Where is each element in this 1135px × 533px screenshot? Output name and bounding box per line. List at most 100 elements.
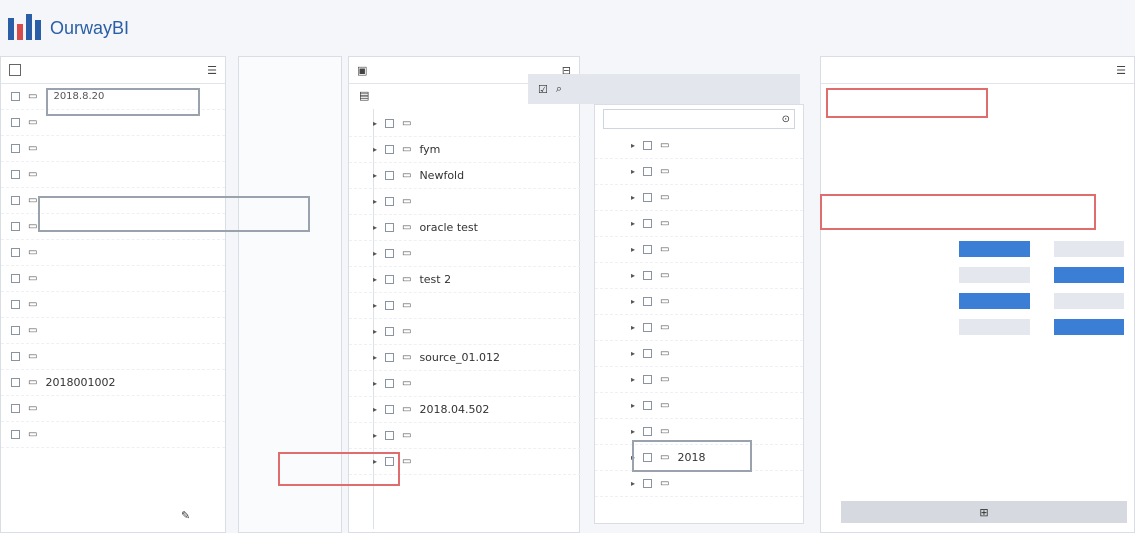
checkbox-icon[interactable] [11, 404, 20, 413]
expand-icon[interactable]: ▸ [373, 405, 377, 414]
checkbox-icon[interactable] [643, 193, 652, 202]
expand-icon[interactable]: ▸ [631, 141, 635, 150]
tree-item[interactable]: ▸ ▭ test 2 [349, 267, 581, 293]
list-item[interactable]: ▸ ▭ [595, 471, 803, 497]
list-item[interactable]: ▸ ▭ [595, 185, 803, 211]
list-item[interactable]: ▭ 2018001002 [1, 370, 225, 396]
tree-item[interactable]: ▸ ▭ [349, 111, 581, 137]
tree-item[interactable]: ▸ ▭ 2018.04.502 [349, 397, 581, 423]
checkbox-icon[interactable] [11, 352, 20, 361]
expand-icon[interactable]: ▸ [631, 219, 635, 228]
list-item[interactable]: ▭ [1, 214, 225, 240]
checkbox-icon[interactable] [11, 196, 20, 205]
checkbox-icon[interactable] [643, 167, 652, 176]
list-item[interactable]: ▸ ▭ [595, 211, 803, 237]
checkbox-icon[interactable] [385, 353, 394, 362]
checkbox-icon[interactable]: ☑ [538, 83, 548, 96]
list-item[interactable]: ▸ ▭ [595, 133, 803, 159]
checkbox-icon[interactable] [385, 249, 394, 258]
tree-item[interactable]: ▸ ▭ [349, 241, 581, 267]
list-item[interactable]: ▸ ▭ [595, 237, 803, 263]
list-item[interactable]: ▸ ▭ [595, 263, 803, 289]
list-item[interactable]: ▭ 2018.8.20 [1, 84, 225, 110]
tree-item[interactable]: ▸ ▭ fym [349, 137, 581, 163]
checkbox-icon[interactable] [643, 141, 652, 150]
search-icon[interactable]: ⌕ [556, 82, 562, 96]
toggle-option-a[interactable] [959, 267, 1030, 283]
expand-icon[interactable]: ▸ [631, 297, 635, 306]
checkbox-icon[interactable] [385, 275, 394, 284]
checkbox-icon[interactable] [11, 378, 20, 387]
expand-icon[interactable]: ▸ [373, 301, 377, 310]
list-item[interactable]: ▭ [1, 292, 225, 318]
list-item[interactable]: ▭ [1, 318, 225, 344]
checkbox-icon[interactable] [11, 430, 20, 439]
expand-icon[interactable]: ▸ [373, 197, 377, 206]
tree-item[interactable]: ▸ ▭ source_01.012 [349, 345, 581, 371]
checkbox-icon[interactable] [11, 92, 20, 101]
list-item[interactable]: ▭ [1, 396, 225, 422]
checkbox-icon[interactable] [643, 219, 652, 228]
checkbox-icon[interactable] [385, 431, 394, 440]
expand-icon[interactable]: ▸ [373, 275, 377, 284]
expand-icon[interactable]: ▸ [631, 323, 635, 332]
checkbox-icon[interactable] [11, 144, 20, 153]
expand-icon[interactable]: ▸ [631, 401, 635, 410]
search-bar[interactable]: ☑ ⌕ [528, 74, 800, 104]
checkbox-icon[interactable] [643, 297, 652, 306]
checkbox-icon[interactable] [643, 401, 652, 410]
checkbox-icon[interactable] [11, 326, 20, 335]
expand-icon[interactable]: ▸ [373, 145, 377, 154]
checkbox-icon[interactable] [11, 248, 20, 257]
list-item[interactable]: ▭ [1, 240, 225, 266]
toggle-option-b[interactable] [1053, 241, 1124, 257]
checkbox-icon[interactable] [11, 274, 20, 283]
list-item[interactable]: ▸ ▭ [595, 315, 803, 341]
toggle-option-a[interactable] [959, 241, 1030, 257]
checkbox-icon[interactable] [643, 323, 652, 332]
list-item[interactable]: ▭ [1, 162, 225, 188]
tree-item[interactable]: ▸ ▭ Newfold [349, 163, 581, 189]
tree-item[interactable]: ▸ ▭ [349, 319, 581, 345]
checkbox-icon[interactable] [11, 300, 20, 309]
checkbox-icon[interactable] [643, 271, 652, 280]
tree-item[interactable]: ▸ ▭ oracle test [349, 215, 581, 241]
checkbox-icon[interactable] [385, 327, 394, 336]
checkbox-icon[interactable] [385, 145, 394, 154]
checkbox-icon[interactable] [385, 457, 394, 466]
checkbox-icon[interactable] [385, 223, 394, 232]
right-list-search[interactable]: ⊙ [603, 109, 795, 129]
toggle-option-a[interactable] [959, 293, 1030, 309]
edit-icon[interactable]: ✎ [181, 509, 190, 522]
expand-icon[interactable]: ▸ [631, 245, 635, 254]
toggle-option-b[interactable] [1053, 293, 1124, 309]
checkbox-icon[interactable] [11, 222, 20, 231]
list-item[interactable]: ▸ ▭ [595, 159, 803, 185]
expand-icon[interactable]: ▸ [373, 223, 377, 232]
tree-item[interactable]: ▸ ▭ [349, 449, 581, 475]
tree-item[interactable]: ▸ ▭ [349, 293, 581, 319]
list-item[interactable]: ▸ ▭ [595, 341, 803, 367]
list-item[interactable]: ▭ [1, 266, 225, 292]
checkbox-icon[interactable] [643, 349, 652, 358]
list-item[interactable]: ▸ ▭ [595, 367, 803, 393]
list-item[interactable]: ▭ [1, 136, 225, 162]
list-item[interactable]: ▸ ▭ 2018 [595, 445, 803, 471]
expand-icon[interactable]: ▸ [373, 119, 377, 128]
expand-icon[interactable]: ▸ [373, 431, 377, 440]
menu-icon[interactable]: ☰ [207, 64, 217, 77]
clear-icon[interactable]: ⊙ [782, 114, 790, 125]
checkbox-icon[interactable] [11, 170, 20, 179]
list-item[interactable]: ▭ [1, 422, 225, 448]
expand-icon[interactable]: ▸ [373, 353, 377, 362]
list-item[interactable]: ▭ [1, 344, 225, 370]
expand-icon[interactable]: ▸ [631, 453, 635, 462]
list-item[interactable]: ▭ [1, 110, 225, 136]
menu-icon[interactable]: ☰ [1116, 64, 1126, 77]
expand-icon[interactable]: ▸ [631, 167, 635, 176]
expand-icon[interactable]: ▸ [631, 193, 635, 202]
checkbox-icon[interactable] [643, 453, 652, 462]
props-bottom-button[interactable]: ⊞ [841, 501, 1127, 523]
expand-icon[interactable]: ▸ [631, 427, 635, 436]
expand-icon[interactable]: ▸ [631, 479, 635, 488]
